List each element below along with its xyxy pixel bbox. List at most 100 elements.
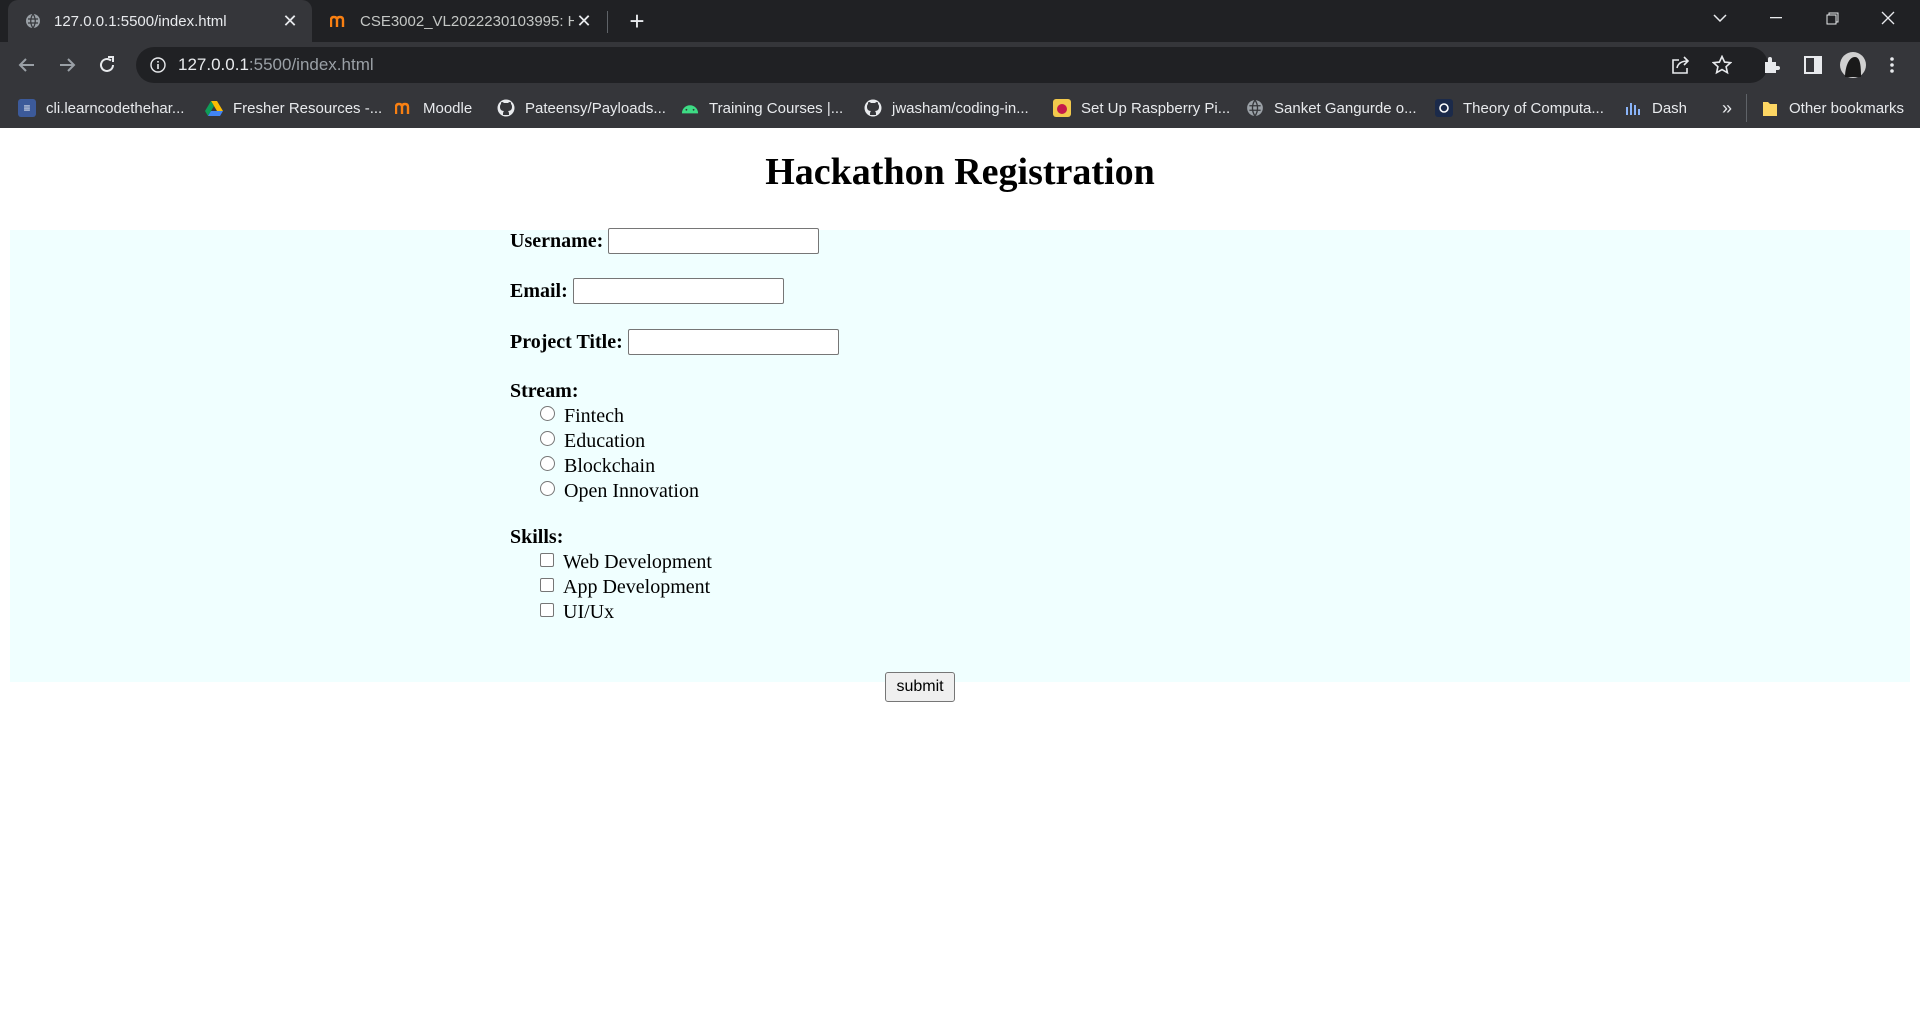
- bookmark-label: jwasham/coding-in...: [892, 99, 1029, 117]
- bookmark-label: Fresher Resources -...: [233, 99, 383, 117]
- skill-option-label: UI/Ux: [563, 601, 615, 623]
- browser-chrome: 127.0.0.1:5500/index.html ✕ CSE3002_VL20…: [0, 0, 1920, 129]
- circle-logo-icon: [1435, 99, 1453, 117]
- android-icon: [681, 99, 699, 117]
- url-path: :5500/index.html: [248, 55, 374, 74]
- tab-title: CSE3002_VL2022230103995: HTM: [360, 12, 574, 30]
- toolbar: 127.0.0.1:5500/index.html: [0, 42, 1920, 88]
- menu-dots-icon[interactable]: [1880, 53, 1904, 77]
- close-tab-icon[interactable]: ✕: [574, 11, 594, 31]
- other-bookmarks-label: Other bookmarks: [1789, 99, 1905, 117]
- skills-label: Skills:: [510, 526, 564, 548]
- bookmark-item[interactable]: Fresher Resources -...: [205, 97, 382, 119]
- username-row: Username:: [510, 228, 820, 254]
- bookmark-item[interactable]: Pateensy/Payloads...: [497, 97, 666, 119]
- registration-form: [10, 230, 1910, 682]
- bookmark-label: Dash: [1652, 99, 1688, 117]
- moodle-icon: [330, 12, 348, 30]
- bookmark-label: Moodle: [423, 99, 473, 117]
- bookmarks-divider: [1746, 94, 1747, 122]
- bookmark-label: Theory of Computa...: [1463, 99, 1604, 117]
- new-tab-icon[interactable]: +: [622, 6, 652, 36]
- url-text: 127.0.0.1:5500/index.html: [178, 55, 374, 75]
- folder-icon: [1761, 99, 1779, 117]
- skill-option-app-development[interactable]: App Development: [540, 576, 710, 599]
- radio-button[interactable]: [540, 481, 555, 496]
- tab-active[interactable]: 127.0.0.1:5500/index.html ✕: [8, 0, 312, 42]
- bookmark-item[interactable]: Moodle: [395, 97, 472, 119]
- globe-icon: [1246, 99, 1264, 117]
- google-drive-icon: [205, 99, 223, 117]
- bookmark-item[interactable]: Set Up Raspberry Pi...: [1053, 97, 1230, 119]
- stream-option-label: Fintech: [564, 405, 624, 427]
- project-title-input[interactable]: [627, 329, 839, 355]
- url-host: 127.0.0.1: [178, 55, 249, 74]
- username-input[interactable]: [608, 228, 820, 254]
- close-window-icon[interactable]: [1860, 0, 1916, 36]
- radio-button[interactable]: [540, 406, 555, 421]
- bookmark-star-icon[interactable]: [1711, 54, 1733, 76]
- stream-option-label: Open Innovation: [564, 480, 699, 502]
- site-info-icon[interactable]: [150, 57, 166, 73]
- dash-icon: [1624, 99, 1642, 117]
- bookmark-item[interactable]: Dash: [1624, 97, 1687, 119]
- tab-inactive[interactable]: CSE3002_VL2022230103995: HTM ✕: [316, 0, 606, 42]
- bookmark-item[interactable]: jwasham/coding-in...: [864, 97, 1029, 119]
- github-icon: [864, 99, 882, 117]
- back-icon[interactable]: [11, 49, 43, 81]
- skill-option-web-development[interactable]: Web Development: [540, 551, 712, 574]
- profile-avatar[interactable]: [1839, 51, 1867, 79]
- more-bookmarks-chevron[interactable]: »: [1722, 97, 1732, 119]
- share-icon[interactable]: [1670, 54, 1692, 76]
- submit-button[interactable]: submit: [885, 672, 955, 702]
- checkbox[interactable]: [540, 577, 554, 592]
- project-title-row: Project Title:: [510, 329, 839, 355]
- radio-button[interactable]: [540, 456, 555, 471]
- restore-icon[interactable]: [1804, 0, 1860, 36]
- tab-separator: [607, 11, 608, 33]
- close-tab-icon[interactable]: ✕: [280, 11, 300, 31]
- tab-strip: 127.0.0.1:5500/index.html ✕ CSE3002_VL20…: [0, 0, 1920, 42]
- bookmark-item[interactable]: Sanket Gangurde o...: [1246, 97, 1417, 119]
- email-label: Email:: [510, 279, 568, 302]
- stream-option-label: Education: [564, 430, 646, 452]
- page-title: Hackathon Registration: [765, 151, 1155, 193]
- skill-option-ui-ux[interactable]: UI/Ux: [540, 601, 614, 624]
- tab-search-icon[interactable]: [1692, 0, 1748, 36]
- bookmark-item[interactable]: Theory of Computa...: [1435, 97, 1604, 119]
- bookmarks-bar: ≡ cli.learncodethehar... Fresher Resourc…: [0, 88, 1920, 129]
- skill-option-label: App Development: [563, 576, 711, 598]
- moodle-icon: [395, 99, 413, 117]
- forward-icon[interactable]: [51, 49, 83, 81]
- stream-label: Stream:: [510, 380, 579, 402]
- checkbox[interactable]: [540, 552, 554, 567]
- address-bar[interactable]: 127.0.0.1:5500/index.html: [136, 47, 1768, 83]
- radio-button[interactable]: [540, 431, 555, 446]
- checkbox[interactable]: [540, 602, 554, 617]
- bookmark-label: Training Courses |...: [709, 99, 844, 117]
- email-input[interactable]: [572, 278, 784, 304]
- tab-title: 127.0.0.1:5500/index.html: [54, 12, 227, 30]
- bookmark-label: Pateensy/Payloads...: [525, 99, 666, 117]
- other-bookmarks[interactable]: Other bookmarks: [1761, 97, 1904, 119]
- page-content: Hackathon Registration Username: Email: …: [0, 128, 1920, 1020]
- bookmark-label: cli.learncodethehar...: [46, 99, 185, 117]
- bookmark-page-icon: ≡: [18, 99, 36, 117]
- stream-option-open-innovation[interactable]: Open Innovation: [540, 480, 699, 503]
- project-title-label: Project Title:: [510, 330, 623, 353]
- reload-icon[interactable]: [91, 49, 123, 81]
- raspberry-pi-icon: [1053, 99, 1071, 117]
- side-panel-icon[interactable]: [1801, 53, 1825, 77]
- stream-option-education[interactable]: Education: [540, 430, 645, 453]
- minimize-icon[interactable]: [1748, 0, 1804, 36]
- extensions-icon[interactable]: [1760, 53, 1784, 77]
- skill-option-label: Web Development: [563, 551, 712, 573]
- bookmark-item[interactable]: Training Courses |...: [681, 97, 843, 119]
- stream-option-fintech[interactable]: Fintech: [540, 405, 624, 428]
- username-label: Username:: [510, 229, 604, 252]
- stream-option-label: Blockchain: [564, 455, 656, 477]
- globe-icon: [24, 12, 42, 30]
- bookmark-item[interactable]: ≡ cli.learncodethehar...: [18, 97, 184, 119]
- stream-option-blockchain[interactable]: Blockchain: [540, 455, 655, 478]
- github-icon: [497, 99, 515, 117]
